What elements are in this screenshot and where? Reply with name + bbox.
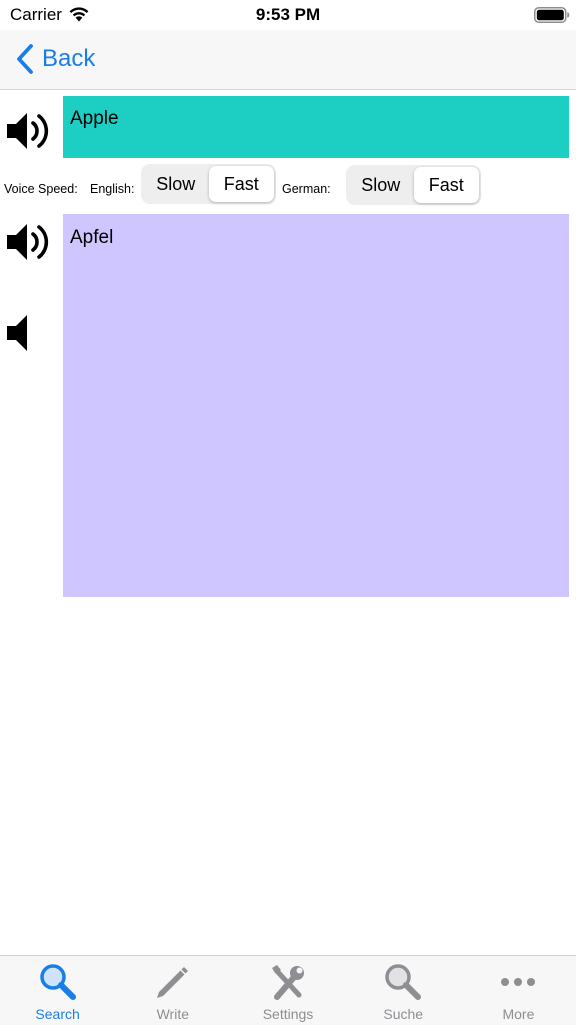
english-text-box[interactable]: Apple — [63, 96, 569, 158]
tab-label: Settings — [262, 1006, 314, 1022]
tab-label: Write — [156, 1006, 190, 1022]
tab-bar: Search Write Settings Suche More — [0, 955, 576, 1025]
german-speed-control: Slow Fast — [346, 165, 481, 205]
english-word: Apple — [70, 108, 119, 129]
magnifier-icon — [385, 964, 422, 1000]
german-text-box[interactable]: Apfel — [63, 214, 569, 597]
battery-icon — [534, 7, 570, 23]
english-speed-control: Slow Fast — [141, 164, 276, 204]
speaker-mute-icon[interactable] — [6, 312, 52, 354]
back-button[interactable]: Back — [14, 41, 95, 77]
speaker-loud-icon[interactable] — [6, 221, 52, 263]
back-label: Back — [42, 45, 96, 72]
english-speed-label: English: — [90, 182, 135, 196]
english-speed-slow[interactable]: Slow — [143, 166, 209, 202]
tab-write[interactable]: Write — [115, 956, 230, 1025]
tab-settings[interactable]: Settings — [230, 956, 345, 1025]
ellipsis-icon — [501, 978, 536, 986]
voice-speed-row: Voice Speed: English: Slow Fast German: … — [0, 164, 576, 210]
german-speed-fast[interactable]: Fast — [413, 167, 479, 203]
navigation-bar: Back — [0, 30, 576, 90]
german-speed-slow[interactable]: Slow — [348, 167, 414, 203]
tab-label: More — [502, 1006, 535, 1022]
voice-speed-label: Voice Speed: — [4, 182, 78, 196]
tab-more[interactable]: More — [461, 956, 576, 1025]
chevron-left-icon — [17, 44, 33, 74]
german-word: Apfel — [70, 227, 114, 248]
pencil-icon — [156, 967, 188, 998]
speaker-loud-icon[interactable] — [6, 110, 52, 152]
english-speed-fast[interactable]: Fast — [208, 166, 274, 202]
clock: 9:53 PM — [255, 5, 321, 24]
tab-label: Search — [35, 1006, 80, 1022]
status-bar: Carrier 9:53 PM — [0, 0, 576, 30]
tab-search[interactable]: Search — [0, 956, 115, 1025]
magnifier-icon — [39, 964, 76, 1000]
tab-suche[interactable]: Suche — [346, 956, 461, 1025]
tab-label: Suche — [383, 1006, 424, 1022]
german-speed-label: German: — [282, 182, 331, 196]
tools-icon — [272, 965, 304, 1000]
